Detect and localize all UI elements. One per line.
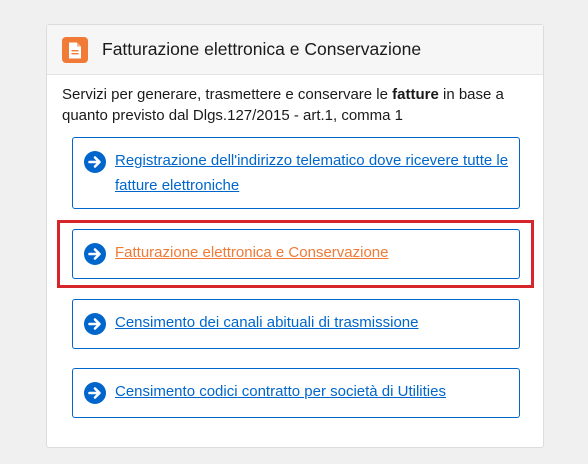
link-censimento-codici[interactable]: Censimento codici contratto per società … bbox=[72, 368, 520, 418]
arrow-right-circle-icon bbox=[84, 313, 106, 335]
link-label[interactable]: Registrazione dell'indirizzo telematico … bbox=[115, 148, 513, 198]
description-bold-text: fatture bbox=[392, 86, 439, 103]
document-icon bbox=[62, 37, 88, 63]
link-registrazione-indirizzo[interactable]: Registrazione dell'indirizzo telematico … bbox=[72, 137, 520, 209]
link-censimento-canali[interactable]: Censimento dei canali abituali di trasmi… bbox=[72, 299, 520, 349]
highlight-box bbox=[57, 220, 534, 288]
card-description: Servizi per generare, trasmettere e cons… bbox=[62, 84, 532, 126]
card-title: Fatturazione elettronica e Conservazione bbox=[102, 39, 422, 59]
description-text: Servizi per generare, trasmettere e cons… bbox=[62, 86, 393, 103]
link-label[interactable]: Censimento codici contratto per società … bbox=[115, 379, 513, 404]
link-label[interactable]: Censimento dei canali abituali di trasmi… bbox=[115, 310, 513, 335]
arrow-right-circle-icon bbox=[84, 151, 106, 173]
arrow-right-circle-icon bbox=[84, 382, 106, 404]
card-header: Fatturazione elettronica e Conservazione bbox=[47, 25, 543, 75]
